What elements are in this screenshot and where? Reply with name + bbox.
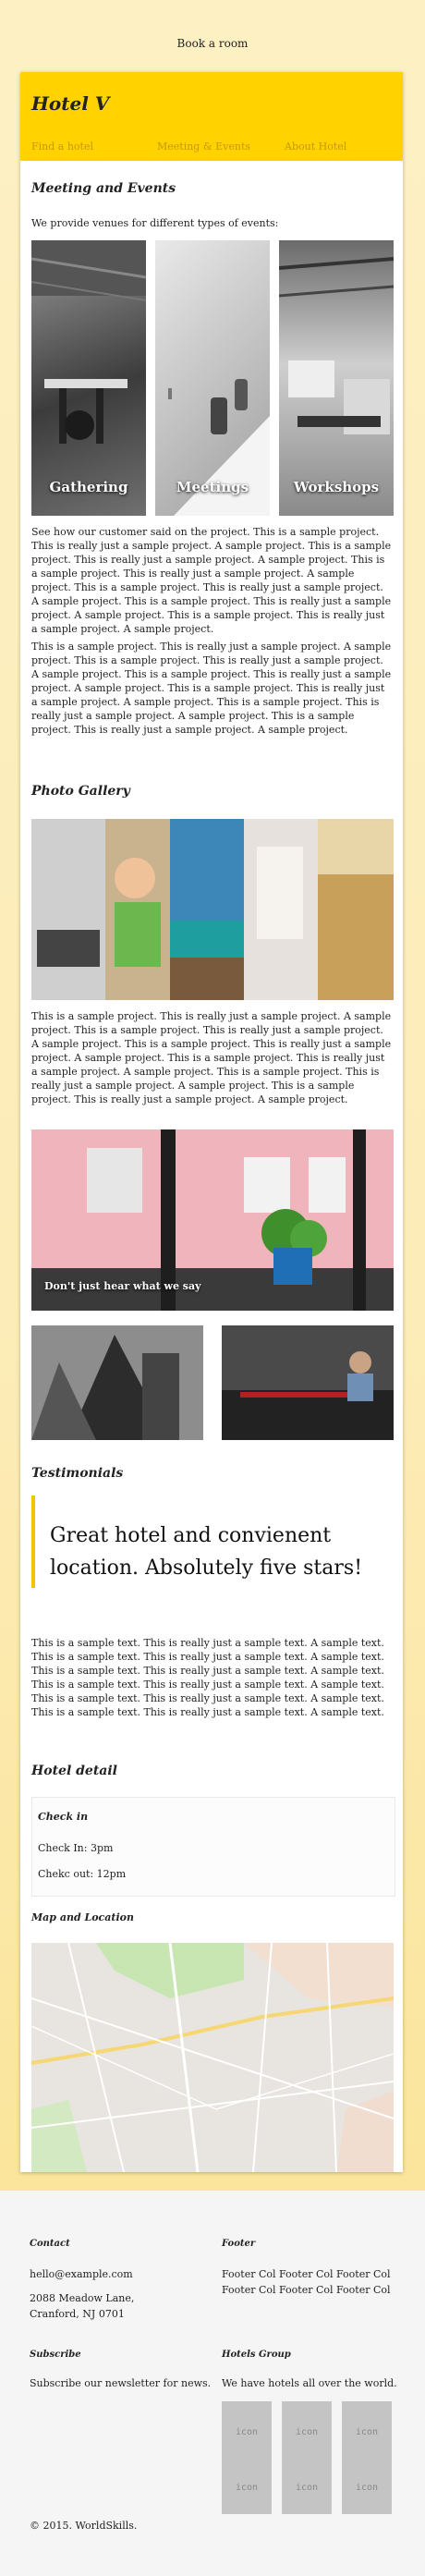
icon-placeholder-label: icon — [235, 2483, 259, 2493]
hotel-detail-box: Check in Check In: 3pm Chekc out: 12pm — [31, 1797, 395, 1897]
nav-find-hotel[interactable]: Find a hotel — [31, 140, 93, 153]
book-a-room-link[interactable]: Book a room — [0, 37, 425, 50]
footer-subscribe-heading: Subscribe — [30, 2350, 81, 2360]
gallery-building-photo[interactable] — [31, 1325, 203, 1440]
top-bar: Book a room — [0, 0, 425, 74]
gallery-paragraph: This is a sample project. This is really… — [31, 1010, 392, 1105]
hotel-group-icon-3[interactable]: icon icon — [342, 2401, 392, 2514]
meetings-paragraph-2: This is a sample project. This is really… — [31, 641, 392, 736]
hotel-group-icon-1[interactable]: icon icon — [222, 2401, 272, 2514]
footer-col-line-1: Footer Col Footer Col Footer Col — [222, 2268, 391, 2280]
event-card-workshops-label: Workshops — [293, 479, 380, 495]
person-computer-graphic — [222, 1325, 394, 1440]
event-card-workshops[interactable]: Workshops — [279, 240, 394, 516]
building-graphic — [31, 1325, 203, 1440]
footer-col-heading: Footer — [222, 2239, 256, 2249]
map-heading: Map and Location — [31, 1911, 134, 1923]
hotel-detail-heading: Hotel detail — [31, 1764, 118, 1778]
event-card-meetings-label: Meetings — [176, 479, 249, 495]
meetings-intro: We provide venues for different types of… — [31, 217, 279, 229]
footer-address-line-2: Cranford, NJ 0701 — [30, 2308, 125, 2320]
icon-placeholder-label: icon — [295, 2427, 319, 2437]
icon-placeholder-label: icon — [235, 2427, 259, 2437]
gallery-heading: Photo Gallery — [31, 784, 130, 799]
check-in-label: Check in — [38, 1811, 89, 1823]
meetings-heading: Meeting and Events — [31, 181, 176, 196]
footer-address-line-1: 2088 Meadow Lane, — [30, 2292, 135, 2304]
workshop-graphic — [279, 257, 394, 434]
office-photo-graphic — [31, 240, 146, 444]
footer-hotels-group-heading: Hotels Group — [222, 2350, 291, 2360]
icon-placeholder-label: icon — [355, 2483, 379, 2493]
location-map[interactable] — [30, 1942, 395, 2173]
gallery-collage[interactable] — [31, 819, 394, 1000]
footer-email-link[interactable]: hello@example.com — [30, 2266, 133, 2282]
testimonials-heading: Testimonials — [31, 1466, 124, 1481]
gallery-caption: Don't just hear what we say — [44, 1280, 201, 1292]
footer-hotels-group-text: We have hotels all over the world. — [222, 2377, 397, 2389]
nav-meeting-events[interactable]: Meeting & Events — [157, 140, 250, 153]
gallery-featured-photo[interactable]: Don't just hear what we say — [31, 1129, 394, 1311]
main-card: Hotel V Find a hotel Meeting & Events Ab… — [20, 72, 403, 2173]
icon-placeholder-label: icon — [295, 2483, 319, 2493]
site-header: Hotel V Find a hotel Meeting & Events Ab… — [20, 72, 403, 161]
icon-placeholder-label: icon — [355, 2427, 379, 2437]
footer-col-line-2: Footer Col Footer Col Footer Col — [222, 2284, 391, 2296]
event-card-gathering-label: Gathering — [49, 479, 128, 495]
testimonials-paragraph: This is a sample text. This is really ju… — [31, 1637, 384, 1718]
testimonial-quote-text: Great hotel and convienent location. Abs… — [50, 1524, 363, 1580]
check-in-time: Check In: 3pm — [38, 1842, 114, 1854]
nav-about-hotel[interactable]: About Hotel — [285, 140, 346, 153]
testimonial-quote: Great hotel and convienent location. Abs… — [31, 1496, 395, 1588]
event-card-gathering[interactable]: Gathering — [31, 240, 146, 516]
site-logo-title[interactable]: Hotel V — [31, 92, 109, 115]
gallery-office-photo[interactable] — [222, 1325, 394, 1440]
gallery-collage-graphic — [31, 819, 394, 1000]
hotel-group-icon-2[interactable]: icon icon — [282, 2401, 332, 2514]
copyright: © 2015. WorldSkills. — [30, 2520, 138, 2532]
check-out-time: Chekc out: 12pm — [38, 1868, 127, 1880]
site-footer: Contact hello@example.com 2088 Meadow La… — [0, 2191, 425, 2576]
map-graphic — [30, 1942, 395, 2173]
footer-contact-heading: Contact — [30, 2239, 70, 2249]
event-card-meetings[interactable]: Meetings — [155, 240, 270, 516]
meeting-room-graphic — [168, 379, 270, 516]
meetings-paragraph-1: See how our customer said on the project… — [31, 526, 392, 635]
footer-subscribe-text: Subscribe our newsletter for news. — [30, 2377, 212, 2389]
